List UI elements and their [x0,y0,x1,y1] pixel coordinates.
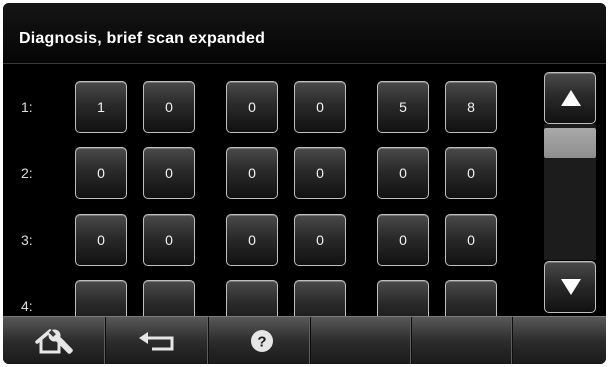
row-label: 2: [21,165,33,181]
value-cell[interactable]: 0 [143,147,195,199]
value-cell[interactable]: 0 [377,147,429,199]
device-panel: Diagnosis, brief scan expanded 1: 1 0 0 … [3,3,606,364]
scrollbar [539,64,606,316]
title-bar: Diagnosis, brief scan expanded [3,3,606,63]
value-cell[interactable]: 5 [377,81,429,133]
scroll-up-button[interactable] [544,72,596,124]
scan-row: 1: 1 0 0 0 5 8 [3,81,539,135]
toolbar-slot-5[interactable] [412,317,513,364]
value-cell[interactable]: 0 [75,147,127,199]
toolbar-slot-4[interactable] [311,317,412,364]
value-cell[interactable] [226,280,278,316]
triangle-down-icon [561,279,581,295]
scroll-down-button[interactable] [544,261,596,313]
help-button[interactable]: ? [209,317,311,364]
value-cell[interactable]: 0 [445,147,497,199]
svg-text:?: ? [257,334,266,351]
value-cell[interactable]: 0 [226,214,278,266]
value-cell[interactable] [377,280,429,316]
value-cell[interactable] [75,280,127,316]
page-title: Diagnosis, brief scan expanded [19,30,266,47]
value-cell[interactable] [294,280,346,316]
value-cell[interactable]: 0 [377,214,429,266]
scan-row: 2: 0 0 0 0 0 0 [3,147,539,201]
scroll-track[interactable] [544,124,596,260]
value-cell[interactable]: 0 [445,214,497,266]
row-label: 4: [21,298,33,314]
value-cell[interactable] [143,280,195,316]
value-cell[interactable]: 0 [143,214,195,266]
value-cell[interactable]: 8 [445,81,497,133]
screen: Diagnosis, brief scan expanded 1: 1 0 0 … [0,0,609,367]
help-icon: ? [251,330,273,352]
value-cell[interactable]: 1 [75,81,127,133]
home-service-icon [35,329,73,354]
scan-row: 4: [3,280,539,316]
value-cell[interactable] [445,280,497,316]
back-arrow-icon [139,332,174,351]
value-cell[interactable]: 0 [294,214,346,266]
row-label: 3: [21,232,33,248]
scan-row: 3: 0 0 0 0 0 0 [3,214,539,268]
scan-values-list: 1: 1 0 0 0 5 8 2: 0 0 0 0 0 0 3: 0 0 0 0… [3,64,539,316]
scroll-thumb[interactable] [544,128,596,158]
row-label: 1: [21,99,33,115]
triangle-up-icon [561,90,581,106]
value-cell[interactable]: 0 [226,147,278,199]
back-button[interactable] [106,317,209,364]
value-cell[interactable]: 0 [294,147,346,199]
toolbar-slot-6[interactable] [513,317,606,364]
value-cell[interactable]: 0 [75,214,127,266]
value-cell[interactable]: 0 [226,81,278,133]
home-service-button[interactable] [3,317,106,364]
value-cell[interactable]: 0 [294,81,346,133]
value-cell[interactable]: 0 [143,81,195,133]
bottom-toolbar: ? [3,316,606,364]
